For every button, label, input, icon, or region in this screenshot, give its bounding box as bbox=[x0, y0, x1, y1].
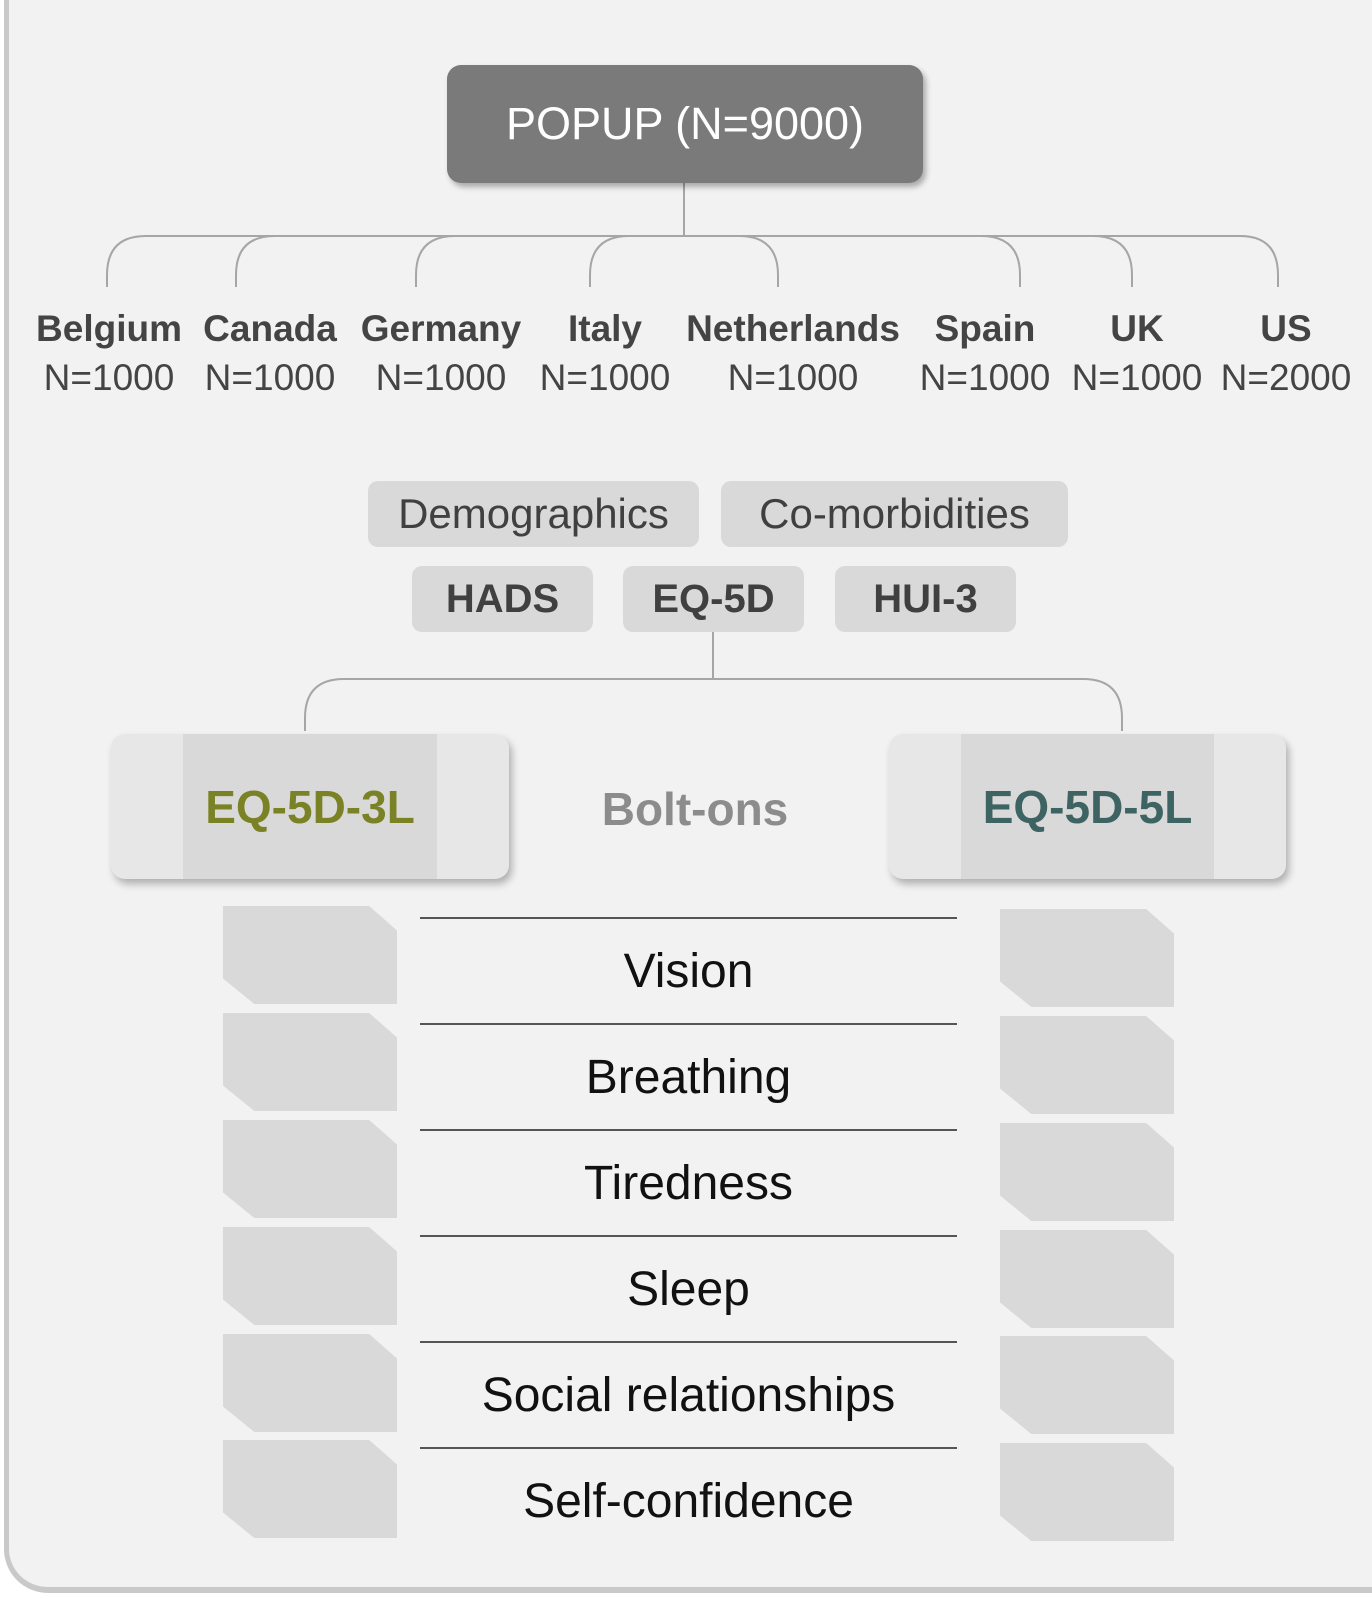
country-node: Italy N=1000 bbox=[520, 305, 690, 403]
tag-eq5d: EQ-5D bbox=[623, 566, 804, 632]
diagram-canvas: POPUP (N=9000) Belgium N=1000 Canada N=1… bbox=[0, 0, 1372, 1602]
eq5d-5l-dimension-marker bbox=[1000, 909, 1174, 1007]
eq5d-3l-dimension-marker bbox=[223, 1334, 397, 1432]
dimension-row: Sleep bbox=[420, 1235, 957, 1341]
branch-spain bbox=[980, 235, 1021, 287]
dimension-row: Breathing bbox=[420, 1023, 957, 1129]
eq5d-5l-dimension-marker bbox=[1000, 1123, 1174, 1221]
tag-comorbidities: Co-morbidities bbox=[721, 481, 1068, 547]
country-name: US bbox=[1260, 308, 1312, 349]
country-name: Spain bbox=[934, 308, 1036, 349]
country-sample-size: N=1000 bbox=[539, 357, 671, 398]
tag-hads: HADS bbox=[412, 566, 593, 632]
eq5d-5l-dimension-marker bbox=[1000, 1016, 1174, 1114]
country-node: Spain N=1000 bbox=[900, 305, 1070, 403]
country-node: UK N=1000 bbox=[1052, 305, 1222, 403]
country-sample-size: N=1000 bbox=[919, 357, 1051, 398]
version-bracket bbox=[304, 678, 1123, 731]
branch-canada bbox=[235, 235, 276, 287]
dimension-row: Self-confidence bbox=[420, 1447, 957, 1553]
root-node: POPUP (N=9000) bbox=[447, 65, 923, 183]
branch-netherlands bbox=[738, 235, 779, 287]
eq5d-3l-dimension-marker bbox=[223, 1013, 397, 1111]
eq5d-5l-dimension-marker bbox=[1000, 1230, 1174, 1328]
eq5d-5l-dimension-marker bbox=[1000, 1336, 1174, 1434]
root-label: POPUP (N=9000) bbox=[505, 98, 865, 149]
eq5d-5l-label: EQ-5D-5L bbox=[982, 780, 1193, 833]
eq5d-3l-dimension-marker bbox=[223, 1440, 397, 1538]
country-sample-size: N=1000 bbox=[204, 357, 336, 398]
eq5d-5l-box: EQ-5D-5L bbox=[889, 734, 1286, 879]
dimension-row: Vision bbox=[420, 917, 957, 1023]
eq5d-3l-label: EQ-5D-3L bbox=[205, 780, 415, 833]
country-node: Germany N=1000 bbox=[356, 305, 526, 403]
country-node: Canada N=1000 bbox=[185, 305, 355, 403]
bolt-ons-label: Bolt-ons bbox=[601, 783, 789, 835]
branch-germany bbox=[415, 235, 456, 287]
country-sample-size: N=1000 bbox=[1071, 357, 1203, 398]
eq5d-5l-dimension-marker bbox=[1000, 1443, 1174, 1541]
tag-demographics: Demographics bbox=[368, 481, 699, 547]
country-node: US N=2000 bbox=[1201, 305, 1371, 403]
country-node: Belgium N=1000 bbox=[24, 305, 194, 403]
country-name: UK bbox=[1110, 308, 1164, 349]
country-name: Germany bbox=[360, 308, 522, 349]
eq5d-3l-box: EQ-5D-3L bbox=[111, 734, 509, 879]
country-node: Netherlands N=1000 bbox=[673, 305, 913, 403]
country-sample-size: N=2000 bbox=[1220, 357, 1352, 398]
country-name: Netherlands bbox=[686, 308, 900, 349]
country-sample-size: N=1000 bbox=[43, 357, 175, 398]
branch-uk bbox=[1092, 235, 1133, 287]
country-sample-size: N=1000 bbox=[375, 357, 507, 398]
country-name: Italy bbox=[567, 308, 643, 349]
eq5d-3l-dimension-marker bbox=[223, 1120, 397, 1218]
branch-italy bbox=[589, 235, 630, 287]
country-name: Canada bbox=[203, 308, 337, 349]
eq5d-3l-dimension-marker bbox=[223, 1227, 397, 1325]
country-name: Belgium bbox=[36, 308, 182, 349]
dimension-row: Tiredness bbox=[420, 1129, 957, 1235]
country-sample-size: N=1000 bbox=[727, 357, 859, 398]
eq5d-3l-dimension-marker bbox=[223, 906, 397, 1004]
tag-hui3: HUI-3 bbox=[835, 566, 1016, 632]
dimension-row: Social relationships bbox=[420, 1341, 957, 1447]
country-bracket bbox=[106, 235, 1279, 287]
